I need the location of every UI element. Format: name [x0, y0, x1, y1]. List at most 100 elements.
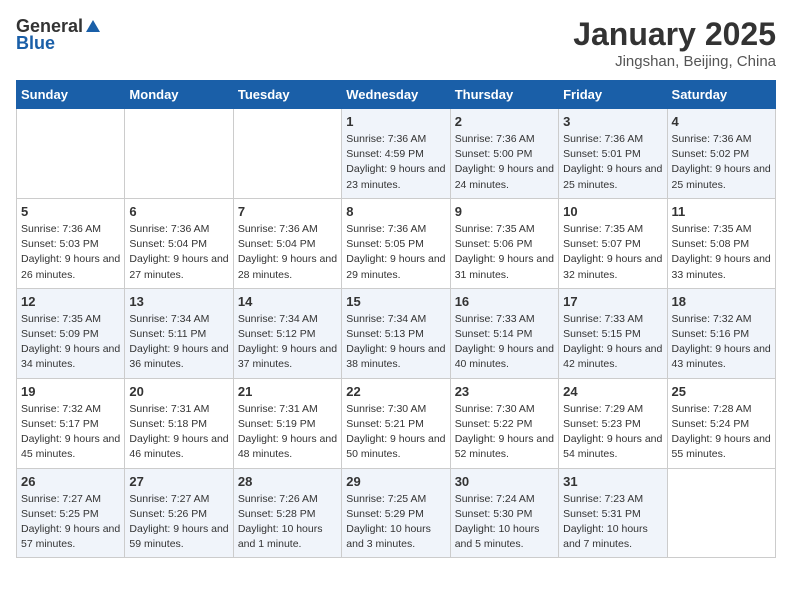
- calendar-day-cell: 16 Sunrise: 7:33 AMSunset: 5:14 PMDaylig…: [450, 288, 558, 378]
- month-title: January 2025: [573, 16, 776, 53]
- day-number: 3: [563, 114, 662, 129]
- weekday-header: Monday: [125, 81, 233, 109]
- calendar-week-row: 26 Sunrise: 7:27 AMSunset: 5:25 PMDaylig…: [17, 468, 776, 558]
- day-info: Sunrise: 7:35 AMSunset: 5:08 PMDaylight:…: [672, 222, 771, 283]
- calendar-day-cell: 23 Sunrise: 7:30 AMSunset: 5:22 PMDaylig…: [450, 378, 558, 468]
- calendar-day-cell: 18 Sunrise: 7:32 AMSunset: 5:16 PMDaylig…: [667, 288, 775, 378]
- calendar-day-cell: 19 Sunrise: 7:32 AMSunset: 5:17 PMDaylig…: [17, 378, 125, 468]
- calendar-day-cell: [233, 109, 341, 199]
- day-number: 13: [129, 294, 228, 309]
- calendar-day-cell: 13 Sunrise: 7:34 AMSunset: 5:11 PMDaylig…: [125, 288, 233, 378]
- logo-icon: [84, 18, 102, 36]
- day-info: Sunrise: 7:31 AMSunset: 5:18 PMDaylight:…: [129, 402, 228, 463]
- day-number: 10: [563, 204, 662, 219]
- weekday-row: SundayMondayTuesdayWednesdayThursdayFrid…: [17, 81, 776, 109]
- calendar-day-cell: 5 Sunrise: 7:36 AMSunset: 5:03 PMDayligh…: [17, 198, 125, 288]
- day-info: Sunrise: 7:32 AMSunset: 5:17 PMDaylight:…: [21, 402, 120, 463]
- day-number: 18: [672, 294, 771, 309]
- calendar-day-cell: 15 Sunrise: 7:34 AMSunset: 5:13 PMDaylig…: [342, 288, 450, 378]
- day-info: Sunrise: 7:30 AMSunset: 5:22 PMDaylight:…: [455, 402, 554, 463]
- calendar-day-cell: 22 Sunrise: 7:30 AMSunset: 5:21 PMDaylig…: [342, 378, 450, 468]
- calendar-day-cell: 14 Sunrise: 7:34 AMSunset: 5:12 PMDaylig…: [233, 288, 341, 378]
- day-number: 27: [129, 474, 228, 489]
- day-number: 17: [563, 294, 662, 309]
- calendar-week-row: 19 Sunrise: 7:32 AMSunset: 5:17 PMDaylig…: [17, 378, 776, 468]
- calendar-day-cell: 3 Sunrise: 7:36 AMSunset: 5:01 PMDayligh…: [559, 109, 667, 199]
- day-info: Sunrise: 7:32 AMSunset: 5:16 PMDaylight:…: [672, 312, 771, 373]
- calendar-day-cell: 10 Sunrise: 7:35 AMSunset: 5:07 PMDaylig…: [559, 198, 667, 288]
- day-info: Sunrise: 7:35 AMSunset: 5:09 PMDaylight:…: [21, 312, 120, 373]
- calendar-day-cell: 26 Sunrise: 7:27 AMSunset: 5:25 PMDaylig…: [17, 468, 125, 558]
- calendar-day-cell: 8 Sunrise: 7:36 AMSunset: 5:05 PMDayligh…: [342, 198, 450, 288]
- calendar-day-cell: 6 Sunrise: 7:36 AMSunset: 5:04 PMDayligh…: [125, 198, 233, 288]
- title-block: January 2025 Jingshan, Beijing, China: [573, 16, 776, 70]
- page-header: General Blue January 2025 Jingshan, Beij…: [16, 16, 776, 70]
- day-info: Sunrise: 7:33 AMSunset: 5:15 PMDaylight:…: [563, 312, 662, 373]
- day-number: 19: [21, 384, 120, 399]
- day-info: Sunrise: 7:36 AMSunset: 5:00 PMDaylight:…: [455, 132, 554, 193]
- day-info: Sunrise: 7:36 AMSunset: 5:05 PMDaylight:…: [346, 222, 445, 283]
- day-number: 2: [455, 114, 554, 129]
- logo: General Blue: [16, 16, 102, 54]
- calendar-week-row: 1 Sunrise: 7:36 AMSunset: 4:59 PMDayligh…: [17, 109, 776, 199]
- day-info: Sunrise: 7:23 AMSunset: 5:31 PMDaylight:…: [563, 492, 662, 553]
- day-number: 31: [563, 474, 662, 489]
- weekday-header: Wednesday: [342, 81, 450, 109]
- day-info: Sunrise: 7:36 AMSunset: 5:04 PMDaylight:…: [238, 222, 337, 283]
- weekday-header: Friday: [559, 81, 667, 109]
- weekday-header: Saturday: [667, 81, 775, 109]
- calendar-day-cell: 20 Sunrise: 7:31 AMSunset: 5:18 PMDaylig…: [125, 378, 233, 468]
- calendar-day-cell: 4 Sunrise: 7:36 AMSunset: 5:02 PMDayligh…: [667, 109, 775, 199]
- calendar-day-cell: 31 Sunrise: 7:23 AMSunset: 5:31 PMDaylig…: [559, 468, 667, 558]
- weekday-header: Sunday: [17, 81, 125, 109]
- day-number: 6: [129, 204, 228, 219]
- calendar-day-cell: 21 Sunrise: 7:31 AMSunset: 5:19 PMDaylig…: [233, 378, 341, 468]
- day-number: 22: [346, 384, 445, 399]
- day-number: 16: [455, 294, 554, 309]
- day-number: 15: [346, 294, 445, 309]
- calendar-day-cell: 29 Sunrise: 7:25 AMSunset: 5:29 PMDaylig…: [342, 468, 450, 558]
- day-number: 30: [455, 474, 554, 489]
- calendar-body: 1 Sunrise: 7:36 AMSunset: 4:59 PMDayligh…: [17, 109, 776, 558]
- day-info: Sunrise: 7:36 AMSunset: 5:03 PMDaylight:…: [21, 222, 120, 283]
- day-number: 28: [238, 474, 337, 489]
- day-info: Sunrise: 7:36 AMSunset: 5:01 PMDaylight:…: [563, 132, 662, 193]
- calendar-day-cell: 9 Sunrise: 7:35 AMSunset: 5:06 PMDayligh…: [450, 198, 558, 288]
- location: Jingshan, Beijing, China: [573, 53, 776, 70]
- day-info: Sunrise: 7:36 AMSunset: 5:02 PMDaylight:…: [672, 132, 771, 193]
- day-info: Sunrise: 7:27 AMSunset: 5:25 PMDaylight:…: [21, 492, 120, 553]
- day-info: Sunrise: 7:31 AMSunset: 5:19 PMDaylight:…: [238, 402, 337, 463]
- day-number: 5: [21, 204, 120, 219]
- day-number: 26: [21, 474, 120, 489]
- day-number: 7: [238, 204, 337, 219]
- day-info: Sunrise: 7:29 AMSunset: 5:23 PMDaylight:…: [563, 402, 662, 463]
- calendar-day-cell: [667, 468, 775, 558]
- calendar-header: SundayMondayTuesdayWednesdayThursdayFrid…: [17, 81, 776, 109]
- day-number: 14: [238, 294, 337, 309]
- calendar-day-cell: 24 Sunrise: 7:29 AMSunset: 5:23 PMDaylig…: [559, 378, 667, 468]
- day-number: 11: [672, 204, 771, 219]
- day-number: 8: [346, 204, 445, 219]
- day-info: Sunrise: 7:33 AMSunset: 5:14 PMDaylight:…: [455, 312, 554, 373]
- day-info: Sunrise: 7:36 AMSunset: 4:59 PMDaylight:…: [346, 132, 445, 193]
- day-number: 21: [238, 384, 337, 399]
- calendar-day-cell: 25 Sunrise: 7:28 AMSunset: 5:24 PMDaylig…: [667, 378, 775, 468]
- day-info: Sunrise: 7:25 AMSunset: 5:29 PMDaylight:…: [346, 492, 445, 553]
- day-info: Sunrise: 7:24 AMSunset: 5:30 PMDaylight:…: [455, 492, 554, 553]
- calendar-table: SundayMondayTuesdayWednesdayThursdayFrid…: [16, 80, 776, 558]
- calendar-day-cell: 12 Sunrise: 7:35 AMSunset: 5:09 PMDaylig…: [17, 288, 125, 378]
- day-number: 25: [672, 384, 771, 399]
- calendar-day-cell: 27 Sunrise: 7:27 AMSunset: 5:26 PMDaylig…: [125, 468, 233, 558]
- day-info: Sunrise: 7:28 AMSunset: 5:24 PMDaylight:…: [672, 402, 771, 463]
- day-info: Sunrise: 7:35 AMSunset: 5:07 PMDaylight:…: [563, 222, 662, 283]
- day-number: 4: [672, 114, 771, 129]
- calendar-day-cell: [125, 109, 233, 199]
- calendar-day-cell: 7 Sunrise: 7:36 AMSunset: 5:04 PMDayligh…: [233, 198, 341, 288]
- day-info: Sunrise: 7:34 AMSunset: 5:13 PMDaylight:…: [346, 312, 445, 373]
- day-info: Sunrise: 7:34 AMSunset: 5:11 PMDaylight:…: [129, 312, 228, 373]
- day-number: 24: [563, 384, 662, 399]
- day-info: Sunrise: 7:36 AMSunset: 5:04 PMDaylight:…: [129, 222, 228, 283]
- day-info: Sunrise: 7:35 AMSunset: 5:06 PMDaylight:…: [455, 222, 554, 283]
- day-info: Sunrise: 7:27 AMSunset: 5:26 PMDaylight:…: [129, 492, 228, 553]
- calendar-day-cell: 11 Sunrise: 7:35 AMSunset: 5:08 PMDaylig…: [667, 198, 775, 288]
